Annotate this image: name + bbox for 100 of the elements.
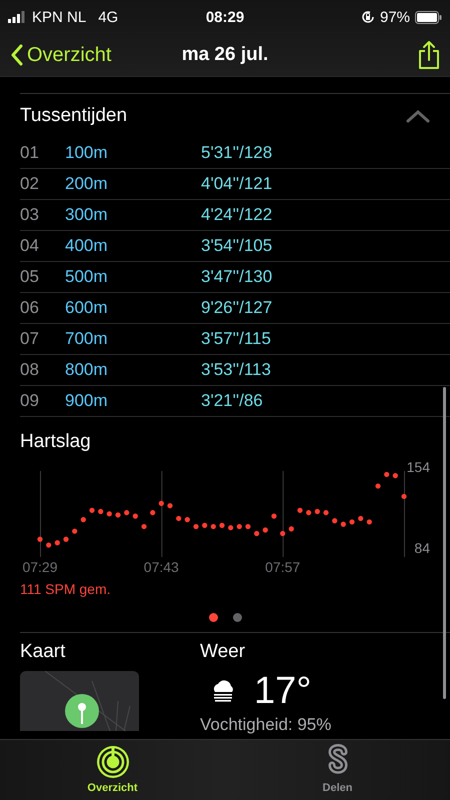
- heart-rate-point: [63, 536, 69, 542]
- signal-icon: [8, 11, 26, 23]
- heart-rate-point: [219, 522, 225, 528]
- clock: 08:29: [206, 8, 244, 26]
- share-button[interactable]: [418, 40, 440, 70]
- temperature: 17°: [254, 671, 312, 711]
- heart-rate-point: [202, 522, 208, 528]
- split-number: 08: [20, 360, 40, 380]
- split-pace: 3'53''/113: [201, 360, 271, 380]
- heart-rate-point: [98, 508, 104, 514]
- heart-rate-point: [89, 508, 95, 513]
- heart-rate-point: [245, 524, 251, 530]
- heart-rate-point: [306, 510, 312, 516]
- heart-rate-point: [37, 536, 43, 542]
- heart-rate-point: [115, 512, 121, 518]
- axis-label: 154: [406, 459, 430, 475]
- battery-icon: [415, 10, 442, 24]
- axis-label: 07:57: [265, 559, 300, 575]
- heart-rate-point: [366, 519, 372, 525]
- split-number: 07: [20, 329, 40, 349]
- heart-rate-point: [271, 514, 277, 519]
- battery-percentage: 97%: [380, 8, 410, 26]
- page-dot[interactable]: [208, 613, 218, 622]
- split-pace: 3'21''/86: [201, 391, 263, 411]
- heart-rate-point: [46, 542, 52, 548]
- axis-label: 07:43: [144, 559, 179, 575]
- split-distance: 200m: [65, 174, 109, 194]
- split-pace: 4'04''/121: [201, 174, 272, 194]
- chevron-up-icon[interactable]: [406, 109, 430, 123]
- tab[interactable]: Delen: [225, 740, 450, 800]
- rings-icon: [94, 744, 130, 780]
- heart-rate-point: [358, 516, 364, 522]
- heart-rate-point: [141, 524, 147, 530]
- share-icon: [418, 40, 440, 70]
- heart-rate-point: [124, 510, 130, 516]
- split-number: 09: [20, 391, 40, 411]
- split-number: 02: [20, 174, 40, 194]
- heart-rate-point: [132, 514, 138, 519]
- section-title: Tussentijden: [20, 105, 128, 127]
- heart-rate-point: [158, 500, 164, 506]
- axis-label: 07:29: [22, 559, 58, 575]
- heart-rate-point: [167, 503, 173, 508]
- split-distance: 600m: [65, 298, 109, 318]
- network-type: 4G: [98, 8, 118, 26]
- heart-rate-point: [401, 494, 407, 500]
- heart-rate-point: [323, 510, 329, 516]
- screen-title: ma 26 jul.: [180, 44, 270, 66]
- split-number: 03: [20, 205, 40, 225]
- heart-rate-point: [72, 528, 78, 534]
- split-distance: 400m: [65, 236, 109, 256]
- heart-rate-point: [280, 530, 286, 536]
- humidity: Vochtigheid: 95%: [200, 715, 332, 735]
- heart-rate-point: [184, 517, 190, 522]
- heart-rate-point: [193, 524, 199, 530]
- split-pace: 3'57''/115: [201, 329, 271, 349]
- chevron-left-icon: [10, 44, 23, 66]
- heart-rate-point: [384, 472, 390, 478]
- rotation-lock-icon: [360, 10, 375, 24]
- split-distance: 700m: [65, 329, 109, 349]
- split-distance: 300m: [65, 205, 109, 225]
- section-title: Hartslag: [20, 431, 92, 453]
- section-title: Weer: [200, 641, 246, 663]
- heart-rate-point: [375, 483, 381, 489]
- section-title: Kaart: [20, 641, 66, 663]
- split-pace: 3'54''/105: [201, 236, 272, 256]
- heart-rate-point: [210, 524, 216, 530]
- heart-rate-point: [392, 473, 398, 478]
- heart-rate-point: [236, 524, 242, 530]
- carrier-name: KPN NL: [32, 8, 86, 26]
- heart-rate-point: [150, 510, 156, 516]
- axis-label: 84: [414, 540, 430, 556]
- split-distance: 500m: [65, 267, 109, 287]
- split-distance: 900m: [65, 391, 109, 411]
- heart-rate-point: [54, 540, 60, 546]
- heart-rate-point: [288, 526, 294, 532]
- heart-rate-point: [349, 519, 355, 525]
- heart-rate-point: [176, 516, 182, 522]
- average-heart-rate: 111 SPM gem.: [20, 581, 112, 597]
- split-pace: 3'47''/130: [201, 267, 272, 287]
- split-number: 06: [20, 298, 40, 318]
- split-distance: 100m: [65, 143, 109, 163]
- split-number: 01: [20, 143, 40, 163]
- heart-rate-point: [228, 525, 234, 530]
- split-pace: 5'31''/128: [201, 143, 272, 163]
- heart-rate-point: [297, 508, 303, 513]
- heart-rate-point: [80, 517, 86, 522]
- split-number: 05: [20, 267, 40, 287]
- tab[interactable]: Overzicht: [0, 740, 225, 800]
- page-dot[interactable]: [232, 613, 242, 622]
- heart-rate-point: [314, 508, 320, 514]
- split-pace: 4'24''/122: [201, 205, 272, 225]
- split-distance: 800m: [65, 360, 109, 380]
- heart-rate-point: [332, 518, 338, 524]
- heart-rate-point: [262, 527, 268, 533]
- split-pace: 9'26''/127: [201, 298, 272, 318]
- heart-rate-point: [106, 511, 112, 516]
- heart-rate-point: [340, 522, 346, 527]
- heart-rate-point: [254, 530, 260, 536]
- back-button[interactable]: Overzicht: [10, 44, 154, 66]
- split-number: 04: [20, 236, 40, 256]
